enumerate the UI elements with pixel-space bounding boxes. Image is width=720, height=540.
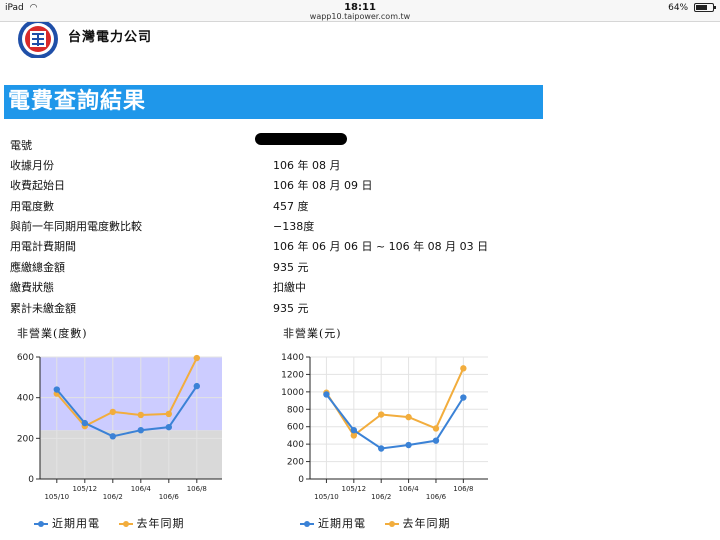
info-row-usage-compare: 與前一年同期用電度數比較 −138度 — [10, 218, 530, 236]
x-tick-label: 106/8 — [187, 485, 207, 493]
y-tick-label: 200 — [17, 434, 34, 444]
series-line — [325, 367, 465, 437]
data-point — [53, 386, 60, 393]
info-value: 扣繳中 — [273, 281, 306, 294]
legend-kwh: 近期用電 去年同期 — [34, 515, 199, 531]
info-label: 用電度數 — [10, 200, 54, 213]
data-point — [405, 441, 412, 449]
info-row-unpaid-total: 累計未繳金額 935 元 — [10, 300, 530, 318]
y-tick-label: 200 — [287, 458, 304, 468]
info-value: 935 元 — [273, 261, 309, 274]
legend-item-recent[interactable]: 近期用電 — [300, 515, 366, 531]
y-tick-label: 600 — [287, 423, 304, 433]
cost-line-chart: 0 200 400 600 800 1000 1200 1400 105/10105/12 106… — [281, 353, 488, 501]
data-point — [137, 411, 144, 419]
info-label: 應繳總金額 — [10, 261, 65, 274]
y-tick-label: 1000 — [281, 388, 304, 398]
info-row-payment-status: 繳費狀態 扣繳中 — [10, 279, 530, 297]
info-label: 累計未繳金額 — [10, 302, 76, 315]
x-tick-label: 105/12 — [341, 485, 366, 493]
data-point — [323, 391, 330, 398]
info-label: 電號 — [10, 139, 32, 152]
legend-item-last-year[interactable]: 去年同期 — [384, 515, 451, 531]
data-point — [432, 437, 440, 444]
plot-band-1 — [40, 357, 222, 431]
legend-item-last-year[interactable]: 去年同期 — [118, 515, 185, 531]
info-value: 457 度 — [273, 200, 309, 213]
info-label: 收據月份 — [10, 159, 54, 172]
y-tick-label: 400 — [287, 440, 304, 450]
y-tick-label: 1200 — [281, 370, 304, 380]
info-row-amount-due: 應繳總金額 935 元 — [10, 259, 530, 277]
x-tick-label: 106/6 — [159, 493, 180, 501]
data-point — [137, 427, 144, 434]
company-name: 台灣電力公司 — [68, 30, 153, 45]
legend-item-recent[interactable]: 近期用電 — [34, 515, 100, 531]
x-tick-label: 106/2 — [103, 493, 123, 501]
x-tick-label: 105/10 — [44, 493, 69, 501]
status-right: 64% — [668, 3, 716, 13]
y-tick-label: 400 — [17, 394, 34, 404]
x-tick-label: 106/4 — [398, 485, 419, 493]
x-tick-label: 105/10 — [314, 493, 339, 501]
data-point — [378, 411, 385, 418]
y-tick-label: 1400 — [281, 353, 304, 363]
legend-cost: 近期用電 去年同期 — [300, 515, 465, 531]
battery-percent: 64% — [668, 3, 689, 13]
data-point — [109, 433, 117, 440]
info-value: 106 年 08 月 09 日 — [273, 179, 373, 192]
info-value: 106 年 06 月 06 日 ~ 106 年 08 月 03 日 — [273, 240, 489, 253]
chart-title-yuan: 非營業(元) — [283, 327, 342, 340]
y-tick-label: 800 — [287, 405, 304, 415]
data-point — [193, 354, 200, 362]
info-label: 與前一年同期用電度數比較 — [10, 220, 142, 233]
x-tick-label: 105/12 — [72, 485, 97, 493]
info-label: 收費起始日 — [10, 179, 65, 192]
info-row-receipt-month: 收據月份 106 年 08 月 — [10, 157, 530, 175]
info-label: 繳費狀態 — [10, 281, 54, 294]
chart-title-kwh: 非營業(度數) — [17, 327, 88, 340]
battery-icon — [694, 3, 716, 12]
x-tick-label: 106/8 — [453, 485, 473, 493]
info-value: −138度 — [273, 220, 315, 233]
y-tick-label: 0 — [298, 475, 304, 485]
address-bar[interactable]: wapp10.taipower.com.tw — [0, 12, 720, 21]
data-point — [165, 423, 172, 431]
info-label: 用電計費期間 — [10, 240, 76, 253]
data-point — [350, 427, 358, 434]
kwh-line-chart: 0 200 400 600 105/10105/12 106/2 106/4 106/6 106… — [17, 353, 222, 501]
data-point — [378, 445, 385, 452]
data-point — [460, 365, 467, 372]
info-value: 106 年 08 月 — [273, 159, 341, 172]
result-header: 電費查詢結果 — [4, 85, 543, 119]
data-point — [405, 413, 412, 421]
info-row-usage: 用電度數 457 度 — [10, 198, 530, 216]
redacted-account-number — [255, 133, 347, 145]
series-line — [325, 393, 465, 450]
status-bar: iPad ◠ 18:11 wapp10.taipower.com.tw 64% — [0, 0, 720, 22]
info-value: 935 元 — [273, 302, 309, 315]
info-row-billing-period: 用電計費期間 106 年 06 月 06 日 ~ 106 年 08 月 03 日 — [10, 238, 530, 256]
y-tick-label: 0 — [28, 475, 34, 485]
page-title: 電費查詢結果 — [8, 89, 147, 114]
data-point — [193, 382, 200, 390]
y-tick-label: 600 — [17, 353, 34, 363]
data-point — [81, 419, 89, 427]
taipower-logo-icon — [16, 22, 61, 58]
data-point — [460, 394, 467, 401]
x-tick-label: 106/4 — [131, 485, 152, 493]
data-point — [165, 410, 172, 418]
info-row-billing-start: 收費起始日 106 年 08 月 09 日 — [10, 177, 530, 195]
x-tick-label: 106/6 — [426, 493, 447, 501]
data-point — [432, 425, 440, 432]
plot-band-0 — [40, 430, 222, 479]
data-point — [109, 408, 117, 416]
x-tick-label: 106/2 — [371, 493, 391, 501]
